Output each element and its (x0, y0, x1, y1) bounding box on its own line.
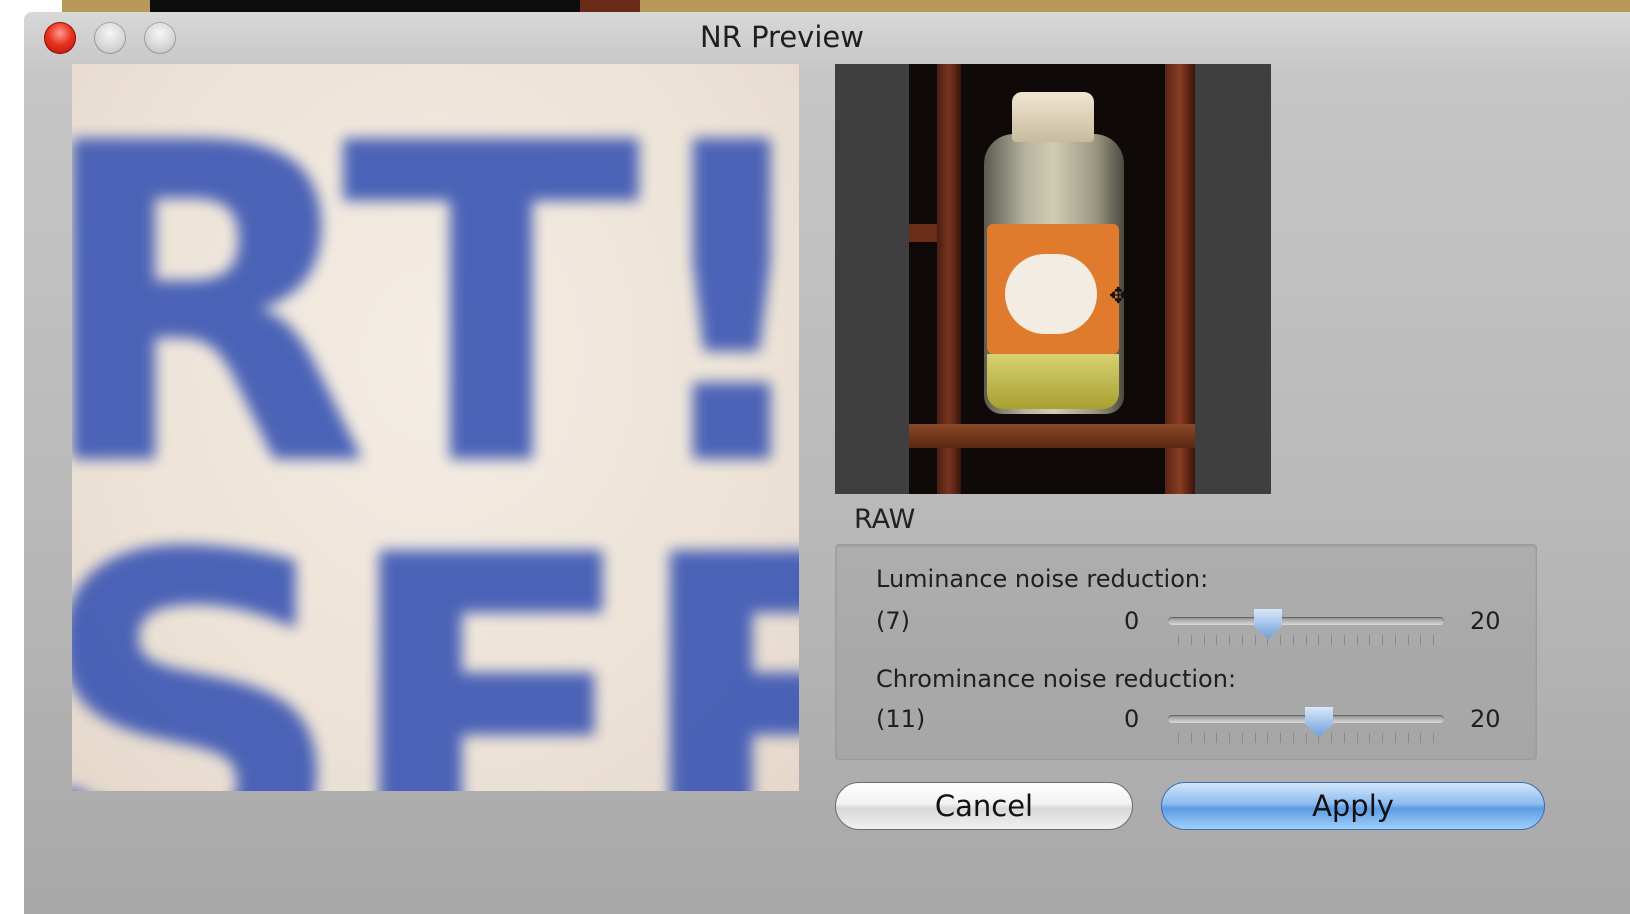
apply-button[interactable]: Apply (1161, 782, 1545, 830)
slider-tick (1178, 733, 1179, 743)
slider-tick (1344, 733, 1345, 743)
cancel-button[interactable]: Cancel (835, 782, 1133, 830)
slider-tick (1395, 733, 1396, 743)
slider-tick (1357, 635, 1358, 645)
raw-section-label: RAW (854, 504, 916, 535)
slider-tick (1229, 733, 1230, 743)
slider-tick (1280, 733, 1281, 743)
slider-tick (1369, 733, 1370, 743)
slider-tick (1306, 635, 1307, 645)
title-bar[interactable]: NR Preview (24, 12, 1630, 64)
slider-tick (1408, 733, 1409, 743)
chrominance-max-label: 20 (1470, 705, 1501, 733)
slider-tick (1255, 733, 1256, 743)
slider-tick (1280, 635, 1281, 645)
slider-tick (1178, 635, 1179, 645)
crosshair-icon[interactable]: ✥ (1109, 286, 1127, 308)
slider-tick (1191, 733, 1192, 743)
slider-tick (1369, 635, 1370, 645)
luminance-title: Luminance noise reduction: (876, 565, 1209, 593)
slider-tick (1420, 635, 1421, 645)
bottle-oil (987, 354, 1119, 409)
chrominance-slider-ticks (1178, 733, 1434, 743)
window-title: NR Preview (700, 20, 864, 54)
slider-tick (1191, 635, 1192, 645)
bottle-label-center (1005, 254, 1097, 334)
slider-tick (1420, 733, 1421, 743)
luminance-slider-ticks (1178, 635, 1434, 645)
chrominance-min-label: 0 (1124, 705, 1140, 733)
slider-tick (1242, 733, 1243, 743)
slider-tick (1357, 733, 1358, 743)
zoomed-text-line-1: RT!S (72, 64, 799, 563)
slider-tick (1382, 733, 1383, 743)
zoomed-preview-image[interactable]: RT!S SEEI (72, 64, 799, 791)
shelf-board (909, 424, 1195, 448)
slider-tick (1344, 635, 1345, 645)
slider-tick (1242, 635, 1243, 645)
slider-tick (1216, 635, 1217, 645)
slider-tick (1293, 635, 1294, 645)
slider-tick (1267, 733, 1268, 743)
slider-tick (1229, 635, 1230, 645)
slider-tick (1204, 635, 1205, 645)
slider-tick (1204, 733, 1205, 743)
slider-tick (1382, 635, 1383, 645)
zoomed-text-line-2: SEEI (72, 463, 799, 791)
slider-tick (1255, 635, 1256, 645)
slider-tick (1408, 635, 1409, 645)
chrominance-title: Chrominance noise reduction: (876, 665, 1237, 693)
bottle-photo: ✥ (909, 64, 1195, 494)
chrominance-value: (11) (876, 705, 926, 733)
nr-preview-window: NR Preview RT!S SEEI ✥ RAW Luminance noi… (24, 12, 1630, 914)
luminance-max-label: 20 (1470, 607, 1501, 635)
slider-tick (1433, 635, 1434, 645)
slider-tick (1293, 733, 1294, 743)
slider-tick (1433, 733, 1434, 743)
slider-tick (1306, 733, 1307, 743)
slider-tick (1331, 733, 1332, 743)
noise-reduction-settings: Luminance noise reduction: (7) 0 20 Chro… (835, 544, 1537, 760)
slider-tick (1395, 635, 1396, 645)
luminance-value: (7) (876, 607, 910, 635)
navigator-thumbnail[interactable]: ✥ (835, 64, 1271, 494)
luminance-min-label: 0 (1124, 607, 1140, 635)
slider-tick (1331, 635, 1332, 645)
slider-tick (1318, 635, 1319, 645)
slider-tick (1216, 733, 1217, 743)
bottle-cap (1012, 92, 1094, 142)
luminance-slider-track[interactable] (1168, 617, 1444, 625)
